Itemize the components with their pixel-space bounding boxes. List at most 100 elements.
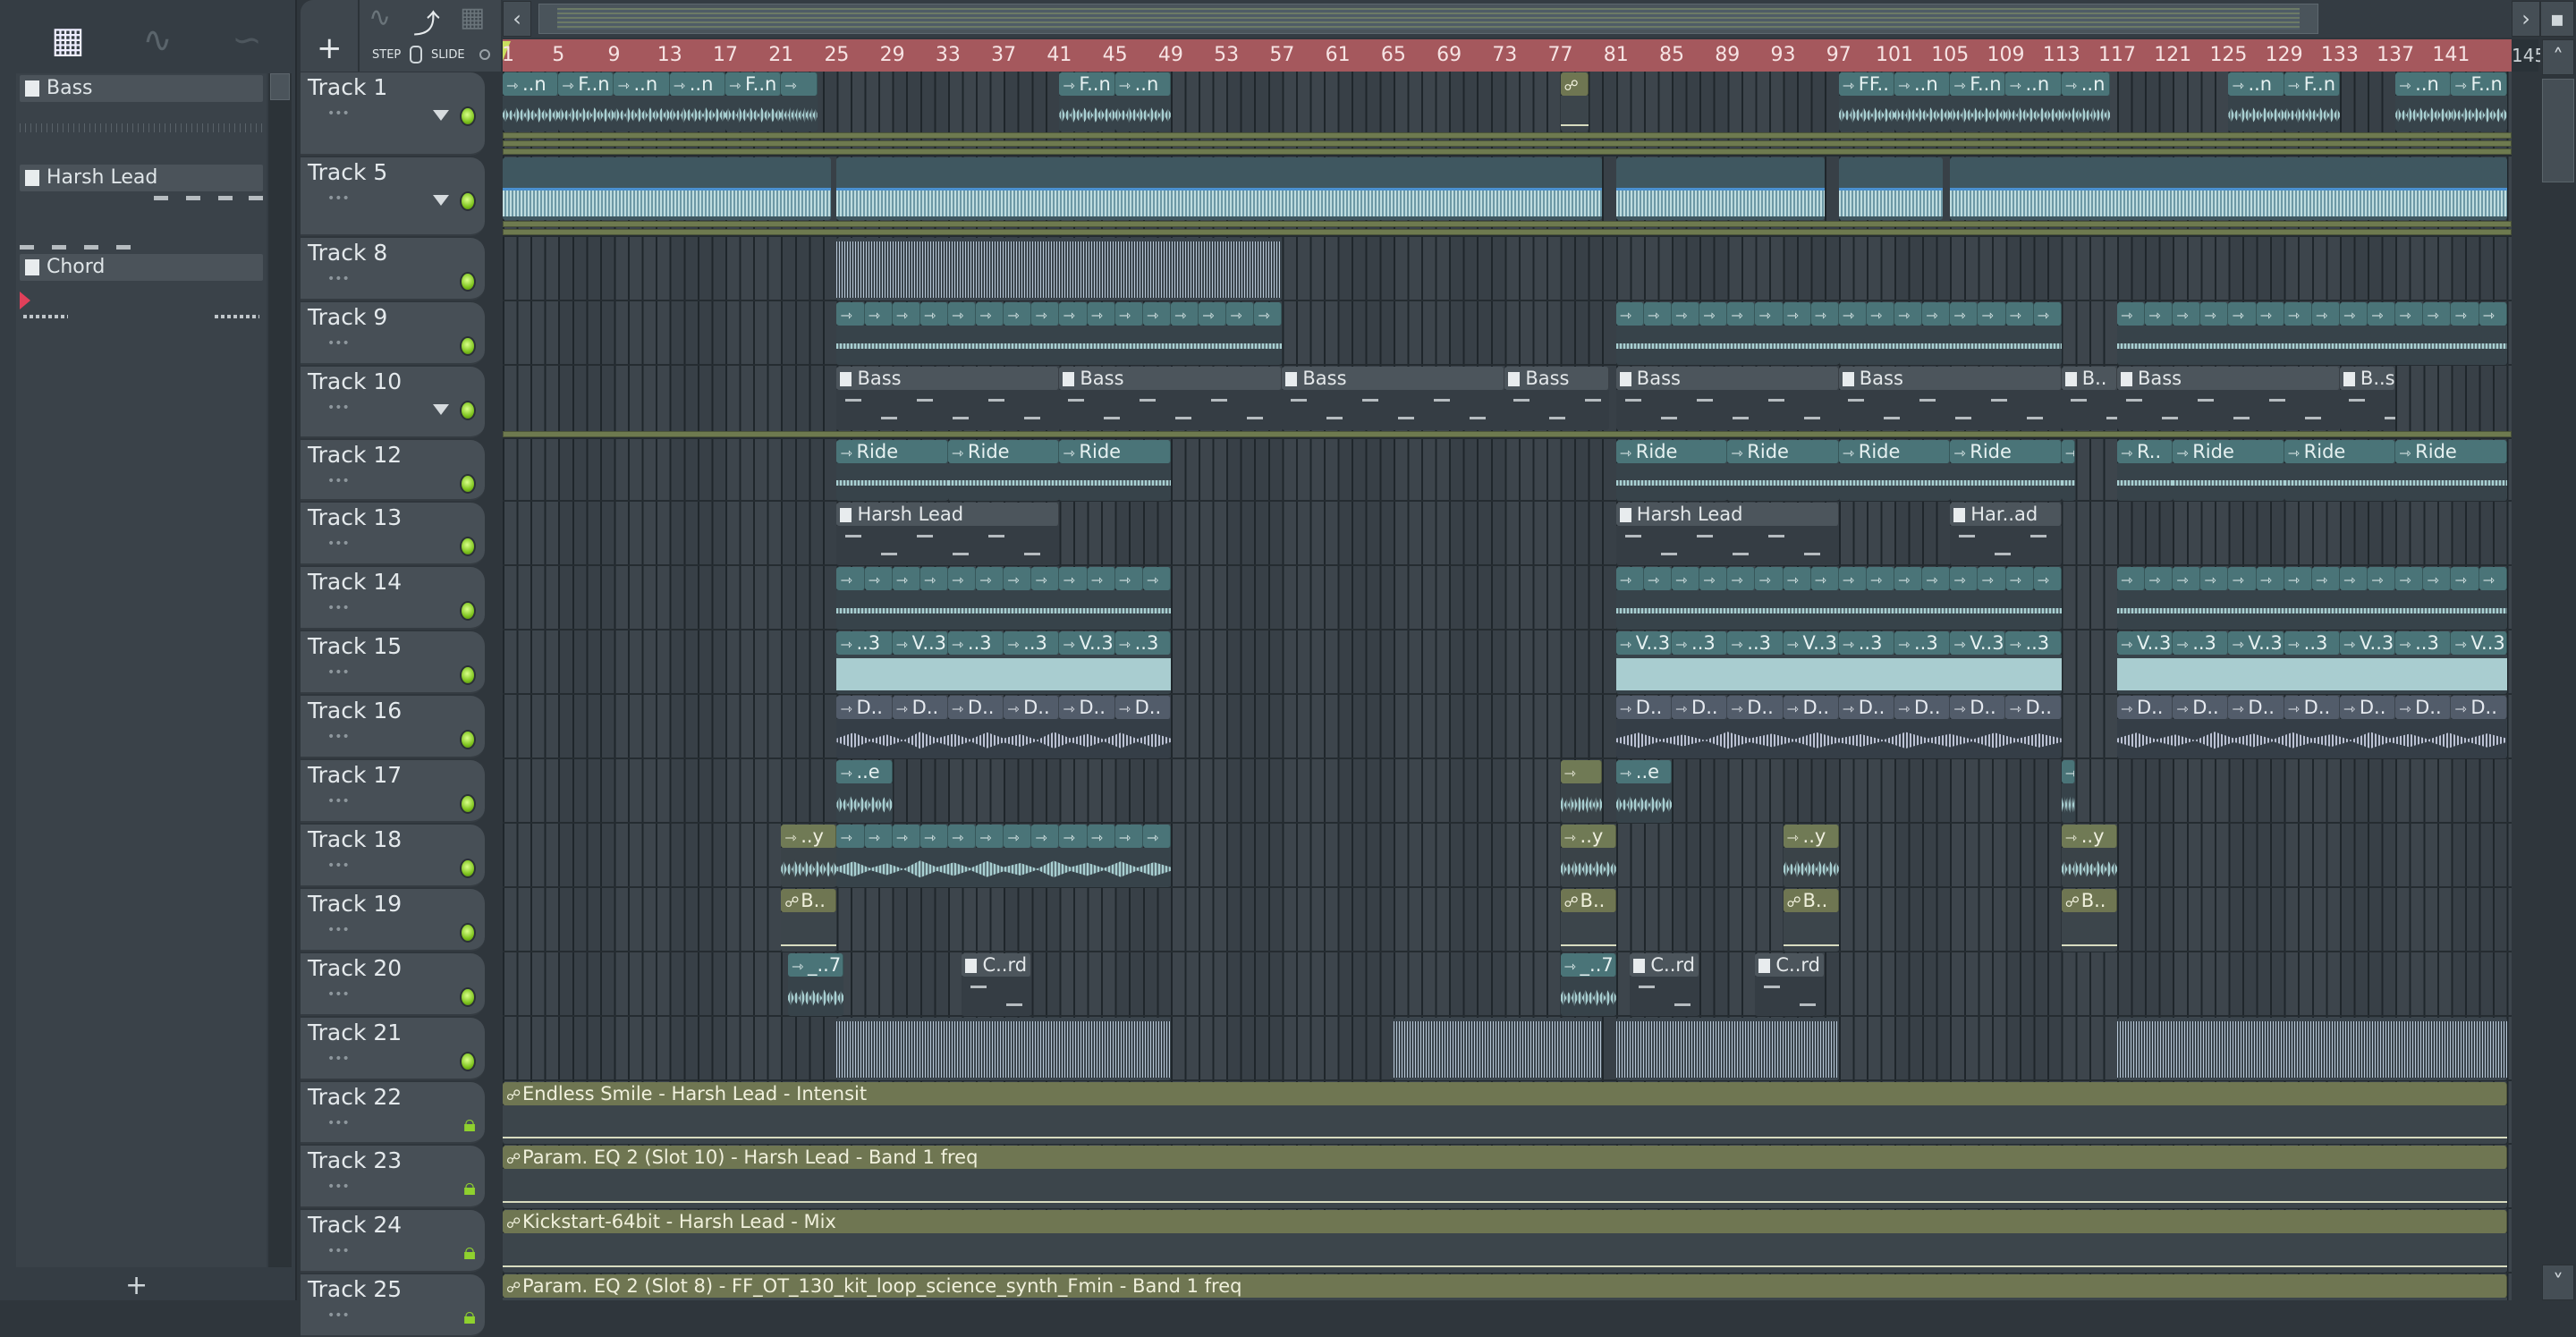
automation-clip[interactable]: ☍Endless Smile - Harsh Lead - Intensit bbox=[503, 1082, 2507, 1144]
audio-clip[interactable]: ⇾ ..n bbox=[503, 72, 559, 131]
audio-clip[interactable]: ⇾ F..n bbox=[2284, 72, 2340, 131]
scroll-left-button[interactable]: ‹ bbox=[503, 1, 531, 37]
track-options-dots[interactable]: ••• bbox=[327, 1116, 350, 1130]
track-options-dots[interactable]: ••• bbox=[327, 191, 350, 206]
track-enable-led[interactable] bbox=[460, 336, 476, 356]
track-header[interactable]: Track 14 ••• bbox=[301, 567, 485, 630]
track-header[interactable]: Track 5 ••• bbox=[301, 157, 485, 236]
audio-clip[interactable]: ⇾ Ride bbox=[1950, 440, 2062, 501]
audio-clip[interactable]: ⇾ Ride bbox=[2395, 440, 2507, 501]
track-header[interactable]: Track 19 ••• bbox=[301, 889, 485, 952]
audio-clip[interactable] bbox=[1950, 157, 2507, 220]
audio-wave-icon[interactable]: ∿ bbox=[131, 20, 184, 61]
audio-clip[interactable]: ⇾ F..n bbox=[558, 72, 614, 131]
automation-clip[interactable]: ☍B.. bbox=[1783, 889, 1839, 952]
add-button[interactable]: + bbox=[317, 30, 343, 66]
lock-icon[interactable]: 🔒︎ bbox=[463, 1111, 476, 1138]
pattern-clip[interactable]: Har..ad bbox=[1950, 503, 2062, 565]
track-enable-led[interactable] bbox=[460, 401, 476, 420]
audio-clip[interactable]: ⇾ F..n bbox=[1950, 72, 2006, 131]
playlist-grid[interactable]: ⇾ ..n ⇾ F..n ⇾ ..n ⇾ ..n ⇾ F..n ⇾ ⇾ F..n ⇾ ..n ☍ ⇾ FF.. ⇾.… bbox=[503, 72, 2512, 1300]
track-options-dots[interactable]: ••• bbox=[327, 272, 350, 286]
audio-clip[interactable] bbox=[1838, 157, 1944, 220]
audio-clip[interactable]: ⇾ Ride bbox=[1727, 440, 1839, 501]
track-options-dots[interactable]: ••• bbox=[327, 537, 350, 551]
track-enable-led[interactable] bbox=[460, 474, 476, 494]
pattern-item-chord[interactable]: Chord bbox=[20, 254, 263, 343]
track-enable-led[interactable] bbox=[460, 730, 476, 749]
track-enable-led[interactable] bbox=[460, 106, 476, 126]
overview-thumb[interactable] bbox=[538, 4, 2318, 34]
audio-clip[interactable]: ⇾ V..3 ⇾ ..3 ⇾ V..3 ⇾ ..3 ⇾ V..3 ⇾ ..3 ⇾ V..3 bbox=[2116, 631, 2507, 694]
audio-clip[interactable]: ⇾ Ride bbox=[947, 440, 1060, 501]
audio-clip[interactable]: ⇾ Ride bbox=[2284, 440, 2396, 501]
automation-icon[interactable]: ∽ bbox=[220, 20, 274, 61]
track-menu-triangle-icon[interactable] bbox=[433, 404, 449, 415]
audio-clip[interactable]: ⇾ ..y bbox=[781, 825, 837, 887]
audio-clip[interactable]: ⇾ FF.. bbox=[1838, 72, 1894, 131]
step-toggle[interactable] bbox=[410, 46, 422, 63]
track-options-dots[interactable]: ••• bbox=[327, 1052, 350, 1066]
audio-clip[interactable]: ⇾ D.. ⇾ D.. ⇾ D.. ⇾ D.. ⇾ D.. ⇾ D.. ⇾ D.. ⇾ D.. bbox=[1615, 696, 2062, 758]
pattern-clip[interactable]: B.. bbox=[2061, 367, 2117, 430]
track-header[interactable]: Track 18 ••• bbox=[301, 825, 485, 887]
audio-clip[interactable]: ⇾ D.. ⇾ D.. ⇾ D.. ⇾ D.. ⇾ D.. ⇾ D.. ⇾ D.. bbox=[2116, 696, 2507, 758]
track-enable-led[interactable] bbox=[460, 987, 476, 1007]
pattern-item-harsh-lead[interactable]: Harsh Lead bbox=[20, 165, 263, 254]
automation-clip[interactable]: ☍B.. bbox=[2061, 889, 2117, 952]
audio-clip[interactable]: ⇾ ⇾ ⇾ ⇾ ⇾ ⇾ ⇾ ⇾ ⇾ ⇾ ⇾ ⇾ bbox=[836, 825, 1171, 887]
audio-clip[interactable]: ⇾ Ride bbox=[2173, 440, 2284, 501]
pattern-clip[interactable]: Bass bbox=[1615, 367, 1839, 430]
audio-clip[interactable]: ⇾ ..n bbox=[669, 72, 725, 131]
audio-clip[interactable]: ⇾ bbox=[2061, 760, 2076, 823]
track-header[interactable]: Track 23 ••• 🔒︎ bbox=[301, 1146, 485, 1208]
audio-clip[interactable]: ⇾ R.. bbox=[2116, 440, 2174, 501]
track-options-dots[interactable]: ••• bbox=[327, 1308, 350, 1323]
audio-clip[interactable]: ⇾ ⇾ ⇾ ⇾ ⇾ ⇾ ⇾ ⇾ ⇾ ⇾ ⇾ ⇾ ⇾ ⇾ bbox=[2116, 302, 2507, 365]
track-header[interactable]: Track 8 ••• bbox=[301, 238, 485, 300]
lock-icon[interactable]: 🔒︎ bbox=[463, 1303, 476, 1331]
lock-icon[interactable]: 🔒︎ bbox=[463, 1174, 476, 1202]
vertical-scrollbar[interactable]: ˄ ˅ bbox=[2540, 39, 2576, 1300]
audio-clip[interactable]: ⇾ ⇾ ⇾ ⇾ ⇾ ⇾ ⇾ ⇾ ⇾ ⇾ ⇾ ⇾ ⇾ ⇾ ⇾ ⇾ bbox=[1615, 567, 2062, 630]
audio-clip[interactable]: ⇾ ..y bbox=[1560, 825, 1616, 887]
lock-icon[interactable]: 🔒︎ bbox=[463, 1239, 476, 1266]
pattern-clip[interactable]: Bass bbox=[1504, 367, 1609, 430]
audio-clip[interactable]: ⇾ Ride bbox=[836, 440, 948, 501]
audio-clip[interactable]: ⇾ ..n bbox=[2228, 72, 2284, 131]
pattern-clip[interactable]: Bass bbox=[1838, 367, 2062, 430]
track-options-dots[interactable]: ••• bbox=[327, 401, 350, 415]
window-menu-button[interactable]: ▪ bbox=[2540, 1, 2574, 37]
track-header[interactable]: Track 13 ••• bbox=[301, 503, 485, 565]
audio-clip[interactable]: ⇾ D.. ⇾ D.. ⇾ D.. ⇾ D.. ⇾ D.. ⇾ D.. bbox=[836, 696, 1171, 758]
audio-clip[interactable]: ⇾ _..7 bbox=[787, 953, 844, 1016]
audio-clip[interactable]: ⇾ _..7 bbox=[1560, 953, 1616, 1016]
audio-clip[interactable]: ⇾ Ride bbox=[1059, 440, 1171, 501]
audio-clip[interactable]: ⇾ ..n bbox=[1894, 72, 1951, 131]
track-header[interactable]: Track 10 ••• bbox=[301, 367, 485, 438]
automation-clip[interactable]: ☍Param. EQ 2 (Slot 10) - Harsh Lead - Ba… bbox=[503, 1146, 2507, 1208]
scroll-down-button[interactable]: ˅ bbox=[2542, 1265, 2574, 1300]
audio-clip[interactable]: ⇾ Ride bbox=[1615, 440, 1728, 501]
audio-clip[interactable] bbox=[1615, 157, 1826, 220]
piano-clip-icon[interactable]: ▦ bbox=[460, 2, 485, 33]
track-header[interactable]: Track 20 ••• bbox=[301, 953, 485, 1016]
audio-clip[interactable] bbox=[836, 157, 1603, 220]
track-enable-led[interactable] bbox=[460, 1052, 476, 1071]
track-options-dots[interactable]: ••• bbox=[327, 987, 350, 1002]
audio-clip[interactable]: ⇾ ⇾ ⇾ ⇾ ⇾ ⇾ ⇾ ⇾ ⇾ ⇾ ⇾ ⇾ ⇾ ⇾ bbox=[2116, 567, 2507, 630]
audio-clip[interactable]: ⇾ bbox=[781, 72, 818, 131]
audio-clip[interactable] bbox=[1615, 1018, 1839, 1080]
track-options-dots[interactable]: ••• bbox=[327, 336, 350, 351]
automation-clip[interactable]: ☍Kickstart-64bit - Harsh Lead - Mix bbox=[503, 1210, 2507, 1273]
pattern-clip[interactable]: Bass bbox=[836, 367, 1060, 430]
pattern-clip[interactable]: Bass bbox=[2116, 367, 2340, 430]
pattern-item-bass[interactable]: Bass bbox=[20, 75, 263, 165]
automation-clip-icon[interactable]: ⤴ bbox=[413, 2, 440, 41]
pattern-list-scrollbar[interactable] bbox=[268, 73, 292, 1267]
pattern-clip[interactable]: C..rd bbox=[962, 953, 1032, 1016]
audio-clip[interactable]: ⇾ ⇾ ⇾ ⇾ ⇾ ⇾ ⇾ ⇾ ⇾ ⇾ ⇾ ⇾ ⇾ ⇾ ⇾ ⇾ bbox=[836, 302, 1283, 365]
track-enable-led[interactable] bbox=[460, 859, 476, 878]
track-header[interactable]: Track 24 ••• 🔒︎ bbox=[301, 1210, 485, 1273]
track-header[interactable]: Track 1 ••• bbox=[301, 72, 485, 156]
